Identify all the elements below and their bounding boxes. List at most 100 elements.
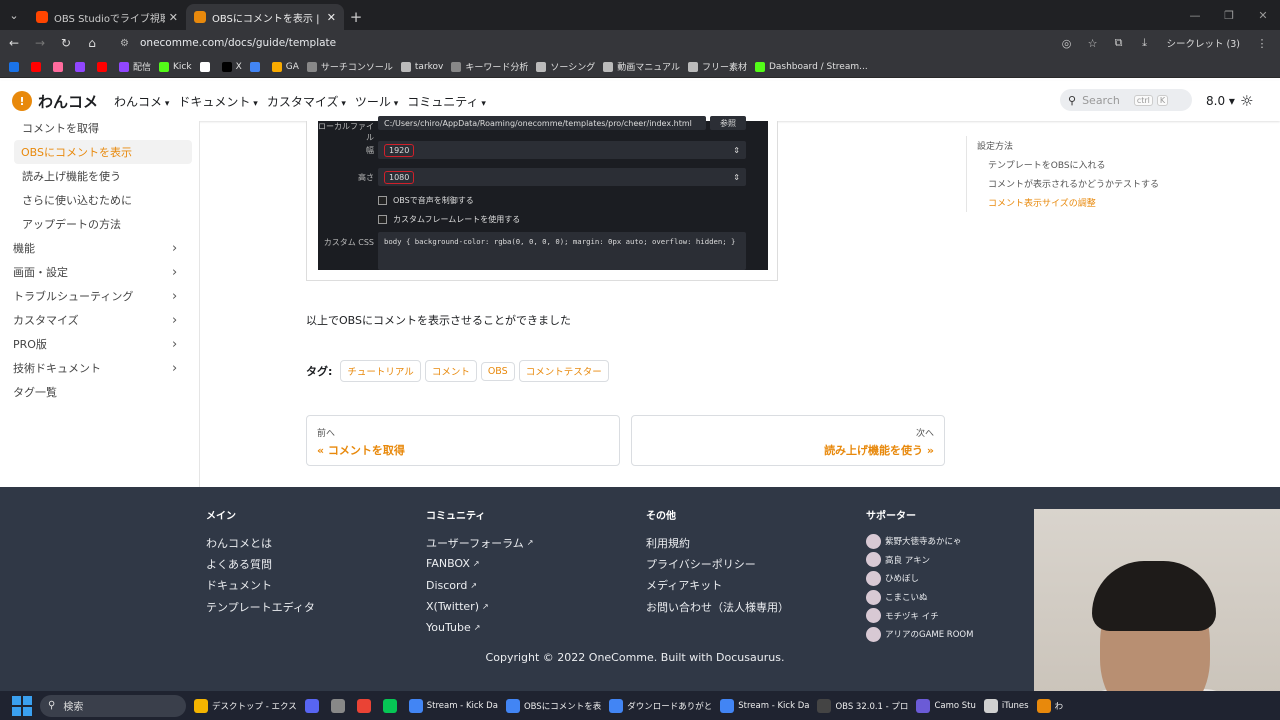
nav-item[interactable]: ツール bbox=[355, 93, 398, 110]
footer-link[interactable]: FANBOX ↗ bbox=[426, 553, 534, 574]
taskbar-app[interactable]: Camo Stu bbox=[912, 692, 979, 719]
nav-item[interactable]: わんコメ bbox=[114, 93, 169, 110]
bookmark-star-icon[interactable]: ☆ bbox=[1081, 32, 1105, 54]
sidebar-item[interactable]: PRO版 › bbox=[0, 332, 199, 356]
restore-button[interactable]: ❐ bbox=[1212, 0, 1246, 30]
taskbar-app[interactable]: Stream - Kick Da bbox=[405, 692, 502, 719]
footer-link[interactable]: YouTube ↗ bbox=[426, 617, 534, 638]
windows-start-icon[interactable] bbox=[12, 695, 32, 716]
bookmark-item[interactable] bbox=[28, 61, 48, 72]
sidebar-item[interactable]: さらに使い込むために bbox=[0, 188, 199, 212]
bookmark-item[interactable] bbox=[72, 61, 92, 72]
completion-text: 以上でOBSにコメントを表示させることができました bbox=[306, 314, 571, 327]
bookmark-item[interactable] bbox=[94, 61, 114, 72]
download-icon[interactable]: ⤓ bbox=[1133, 32, 1157, 54]
site-info-icon[interactable]: ⚙ bbox=[120, 38, 134, 49]
back-button[interactable]: ← bbox=[2, 31, 26, 55]
taskbar-app[interactable]: OBS 32.0.1 - プロ bbox=[813, 692, 912, 719]
bookmark-item[interactable] bbox=[197, 61, 217, 72]
bookmark-item[interactable]: フリー素材 bbox=[685, 60, 750, 73]
toc-item[interactable]: テンプレートをOBSに入れる bbox=[977, 155, 1166, 174]
taskbar-app[interactable] bbox=[301, 692, 327, 719]
bookmark-item[interactable] bbox=[6, 61, 26, 72]
taskbar-app[interactable] bbox=[379, 692, 405, 719]
sidebar-item[interactable]: トラブルシューティング › bbox=[0, 284, 199, 308]
toc-item[interactable]: 設定方法 bbox=[977, 136, 1166, 155]
taskbar-app[interactable] bbox=[327, 692, 353, 719]
taskbar-app[interactable]: わ bbox=[1033, 692, 1068, 719]
minimize-button[interactable]: — bbox=[1178, 0, 1212, 30]
tag-chip[interactable]: コメントテスター bbox=[518, 360, 609, 382]
footer-link[interactable]: ユーザーフォーラム ↗ bbox=[426, 532, 534, 553]
address-bar[interactable]: ⚙ onecomme.com/docs/guide/template bbox=[110, 32, 1050, 54]
tag-chip[interactable]: コメント bbox=[424, 360, 477, 382]
sidebar-item[interactable]: カスタマイズ › bbox=[0, 308, 199, 332]
bookmark-item[interactable]: サーチコンソール bbox=[304, 60, 396, 73]
footer-link[interactable]: Discord ↗ bbox=[426, 575, 534, 596]
tag-chip[interactable]: OBS bbox=[480, 361, 515, 381]
bookmark-item[interactable]: tarkov bbox=[398, 61, 446, 72]
sidebar-item[interactable]: OBSにコメントを表示 bbox=[14, 140, 192, 164]
sidebar-item[interactable]: アップデートの方法 bbox=[0, 212, 199, 236]
tab-search-chevron-icon[interactable]: ⌄ bbox=[0, 0, 28, 30]
bookmark-item[interactable] bbox=[247, 61, 267, 72]
bookmark-item[interactable]: 動画マニュアル bbox=[600, 60, 683, 73]
footer-link[interactable]: 利用規約 bbox=[646, 532, 789, 553]
sidebar-item[interactable]: 技術ドキュメント › bbox=[0, 356, 199, 380]
extensions-icon[interactable]: ⧉ bbox=[1107, 32, 1131, 54]
footer-link[interactable]: ドキュメント bbox=[206, 575, 315, 596]
sidebar-item[interactable]: コメントを取得 bbox=[0, 116, 199, 140]
taskbar-app[interactable]: ダウンロードありがと bbox=[605, 692, 716, 719]
home-button[interactable]: ⌂ bbox=[80, 31, 104, 55]
tag-chip[interactable]: チュートリアル bbox=[340, 360, 421, 382]
close-tab-icon[interactable]: ✕ bbox=[169, 11, 178, 24]
bookmark-item[interactable]: ソーシング bbox=[533, 60, 598, 73]
sidebar-item[interactable]: タグ一覧 bbox=[0, 380, 199, 404]
taskbar-app[interactable] bbox=[353, 692, 379, 719]
footer-link[interactable]: よくある質問 bbox=[206, 553, 315, 574]
bookmark-item[interactable]: GA bbox=[269, 61, 302, 72]
footer-link[interactable]: わんコメとは bbox=[206, 532, 315, 553]
toc-item[interactable]: コメントが表示されるかどうかテストする bbox=[977, 174, 1166, 193]
chevron-right-icon: › bbox=[172, 240, 178, 256]
footer-link[interactable]: お問い合わせ（法人様専用） bbox=[646, 596, 789, 617]
taskbar-app[interactable]: iTunes bbox=[980, 692, 1033, 719]
incognito-badge[interactable]: シークレット (3) bbox=[1159, 32, 1248, 54]
sidebar-item[interactable]: 読み上げ機能を使う bbox=[0, 164, 199, 188]
menu-icon[interactable]: ⋮ bbox=[1250, 32, 1274, 54]
close-tab-icon[interactable]: ✕ bbox=[327, 11, 336, 24]
close-window-button[interactable]: ✕ bbox=[1246, 0, 1280, 30]
toc-item[interactable]: コメント表示サイズの調整 bbox=[977, 193, 1166, 212]
theme-toggle-sun-icon[interactable]: ☼ bbox=[1240, 92, 1253, 110]
eye-off-icon[interactable]: ◎ bbox=[1055, 32, 1079, 54]
bookmark-item[interactable]: Dashboard / Stream... bbox=[752, 61, 871, 72]
nav-item[interactable]: カスタマイズ bbox=[267, 93, 346, 110]
new-tab-button[interactable]: + bbox=[344, 4, 368, 30]
sidebar-item[interactable]: 機能 › bbox=[0, 236, 199, 260]
bookmark-item[interactable]: 配信 bbox=[116, 60, 154, 73]
nav-item[interactable]: コミュニティ bbox=[407, 93, 486, 110]
taskbar-app[interactable]: OBSにコメントを表 bbox=[502, 692, 605, 719]
footer-link[interactable]: メディアキット bbox=[646, 575, 789, 596]
bookmark-item[interactable]: X bbox=[219, 61, 245, 72]
taskbar-search[interactable]: ⚲ 検索 bbox=[40, 694, 186, 717]
site-logo[interactable]: ! わんコメ bbox=[12, 91, 98, 112]
browser-tab[interactable]: OBSにコメントを表示 | わんコメ - O ✕ bbox=[186, 4, 344, 30]
footer-link[interactable]: X(Twitter) ↗ bbox=[426, 596, 534, 617]
browser-tab[interactable]: OBS Studioでライブ視聴者数を確 ✕ bbox=[28, 4, 186, 30]
bookmark-item[interactable] bbox=[50, 61, 70, 72]
nav-item[interactable]: ドキュメント bbox=[178, 93, 257, 110]
footer-link[interactable]: テンプレートエディタ bbox=[206, 596, 315, 617]
next-page-link[interactable]: 次へ 読み上げ機能を使う » bbox=[631, 415, 945, 466]
bookmark-item[interactable]: Kick bbox=[156, 61, 195, 72]
prev-page-link[interactable]: 前へ « コメントを取得 bbox=[306, 415, 620, 466]
forward-button[interactable]: → bbox=[28, 31, 52, 55]
reload-button[interactable]: ↻ bbox=[54, 31, 78, 55]
bookmark-item[interactable]: キーワード分析 bbox=[448, 60, 531, 73]
taskbar-app[interactable]: デスクトップ - エクス bbox=[190, 692, 301, 719]
version-dropdown[interactable]: 8.0 ▾ bbox=[1206, 94, 1235, 108]
search-box[interactable]: ⚲ Search ctrl K bbox=[1060, 89, 1192, 111]
sidebar-item[interactable]: 画面・設定 › bbox=[0, 260, 199, 284]
footer-link[interactable]: プライバシーポリシー bbox=[646, 553, 789, 574]
taskbar-app[interactable]: Stream - Kick Da bbox=[716, 692, 813, 719]
